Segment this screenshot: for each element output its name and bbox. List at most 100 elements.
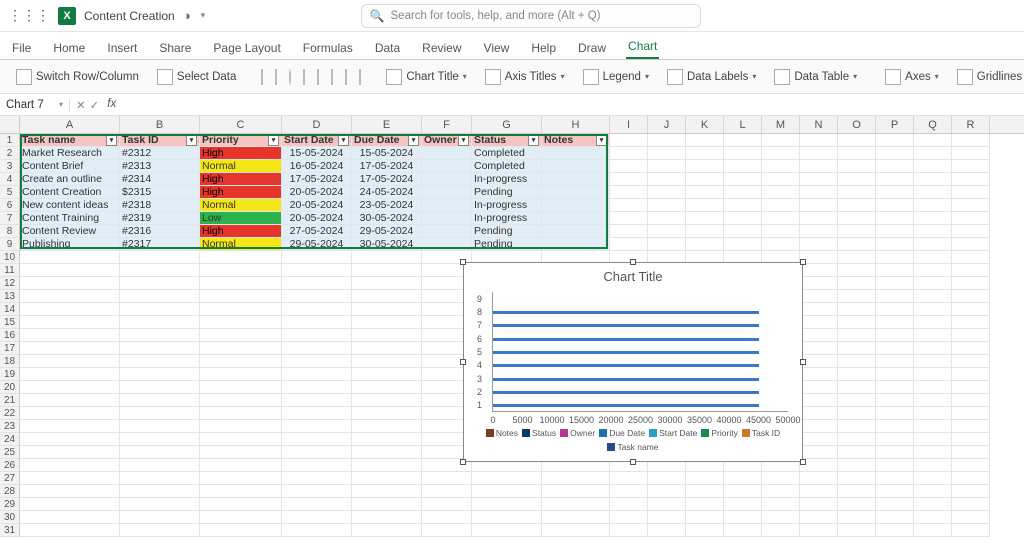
cell[interactable]	[800, 225, 838, 238]
app-launcher-icon[interactable]: ⋮⋮⋮	[8, 7, 50, 24]
cell[interactable]	[686, 511, 724, 524]
chart-type-area-icon[interactable]	[317, 69, 319, 85]
cell[interactable]	[800, 173, 838, 186]
table-header-cell[interactable]: Start Date▾	[282, 134, 352, 147]
cell[interactable]	[120, 277, 200, 290]
tab-view[interactable]: View	[482, 37, 512, 59]
cell[interactable]	[20, 277, 120, 290]
cell[interactable]	[200, 277, 282, 290]
cell[interactable]	[724, 472, 762, 485]
cell[interactable]	[838, 277, 876, 290]
chart-bar[interactable]	[493, 378, 759, 381]
cell[interactable]: 30-05-2024	[352, 212, 422, 225]
cell[interactable]	[542, 212, 610, 225]
cell[interactable]	[914, 407, 952, 420]
cell[interactable]	[800, 238, 838, 251]
cell[interactable]	[120, 420, 200, 433]
cell[interactable]	[422, 225, 472, 238]
cell[interactable]	[686, 134, 724, 147]
filter-button[interactable]: ▾	[268, 135, 279, 146]
cell[interactable]	[914, 251, 952, 264]
row-header[interactable]: 18	[0, 355, 19, 368]
resize-handle[interactable]	[460, 259, 466, 265]
cell[interactable]: 24-05-2024	[352, 186, 422, 199]
cell[interactable]	[838, 264, 876, 277]
cell[interactable]	[914, 381, 952, 394]
title-chevron-icon[interactable]: ▾	[201, 10, 206, 21]
embedded-chart[interactable]: Chart Title 1234567890500010000150002000…	[463, 262, 803, 462]
cell[interactable]: 17-05-2024	[352, 173, 422, 186]
cell[interactable]	[352, 368, 422, 381]
cell[interactable]	[20, 498, 120, 511]
cell[interactable]	[352, 355, 422, 368]
tab-draw[interactable]: Draw	[576, 37, 608, 59]
cell[interactable]	[876, 368, 914, 381]
cell[interactable]	[542, 472, 610, 485]
row-header[interactable]: 10	[0, 251, 19, 264]
cell[interactable]: #2316	[120, 225, 200, 238]
cell[interactable]: 15-05-2024	[282, 147, 352, 160]
tab-data[interactable]: Data	[373, 37, 402, 59]
filter-button[interactable]: ▾	[186, 135, 197, 146]
cell[interactable]	[800, 147, 838, 160]
cell[interactable]	[876, 147, 914, 160]
cell[interactable]	[914, 199, 952, 212]
chart-title-button[interactable]: Chart Title ▾	[382, 67, 470, 87]
cell[interactable]	[762, 147, 800, 160]
cell[interactable]	[876, 381, 914, 394]
cell[interactable]	[762, 160, 800, 173]
cell[interactable]	[120, 355, 200, 368]
cell[interactable]	[120, 303, 200, 316]
cell[interactable]: High	[200, 147, 282, 160]
tab-formulas[interactable]: Formulas	[301, 37, 355, 59]
cell[interactable]	[352, 420, 422, 433]
cell[interactable]	[352, 511, 422, 524]
cell[interactable]	[610, 212, 648, 225]
cell[interactable]	[762, 225, 800, 238]
cell[interactable]	[20, 342, 120, 355]
filter-button[interactable]: ▾	[338, 135, 349, 146]
cell[interactable]	[800, 433, 838, 446]
cell[interactable]	[838, 160, 876, 173]
cell[interactable]	[876, 251, 914, 264]
cell[interactable]	[282, 498, 352, 511]
cell[interactable]	[952, 173, 990, 186]
cell[interactable]	[952, 446, 990, 459]
cell[interactable]	[352, 303, 422, 316]
cell[interactable]	[610, 186, 648, 199]
chart-plot-area[interactable]: 1234567890500010000150002000025000300003…	[492, 292, 788, 412]
cell[interactable]	[800, 264, 838, 277]
cell[interactable]	[422, 147, 472, 160]
cell[interactable]	[472, 472, 542, 485]
cell[interactable]	[422, 238, 472, 251]
cell[interactable]	[422, 472, 472, 485]
cell[interactable]	[686, 186, 724, 199]
cell[interactable]: Pending	[472, 225, 542, 238]
cell[interactable]	[800, 134, 838, 147]
cell[interactable]: Pending	[472, 238, 542, 251]
cell[interactable]	[200, 329, 282, 342]
cell[interactable]	[838, 342, 876, 355]
cell[interactable]	[800, 290, 838, 303]
cell[interactable]	[352, 290, 422, 303]
cell[interactable]	[200, 472, 282, 485]
row-header[interactable]: 28	[0, 485, 19, 498]
cell[interactable]	[952, 342, 990, 355]
cell[interactable]	[282, 485, 352, 498]
col-header-C[interactable]: C	[200, 116, 282, 133]
col-header-E[interactable]: E	[352, 116, 422, 133]
cell[interactable]	[200, 407, 282, 420]
cell[interactable]: 17-05-2024	[352, 160, 422, 173]
cell[interactable]	[914, 420, 952, 433]
cell[interactable]	[542, 511, 610, 524]
col-header-D[interactable]: D	[282, 116, 352, 133]
cell[interactable]	[724, 173, 762, 186]
cell[interactable]	[952, 368, 990, 381]
legend-item[interactable]: Owner	[560, 428, 595, 438]
cell[interactable]	[282, 511, 352, 524]
cell[interactable]	[686, 147, 724, 160]
cell[interactable]	[352, 251, 422, 264]
cancel-formula-icon[interactable]: ✕	[76, 98, 86, 112]
table-header-cell[interactable]: Owner▾	[422, 134, 472, 147]
cell[interactable]: 23-05-2024	[352, 199, 422, 212]
